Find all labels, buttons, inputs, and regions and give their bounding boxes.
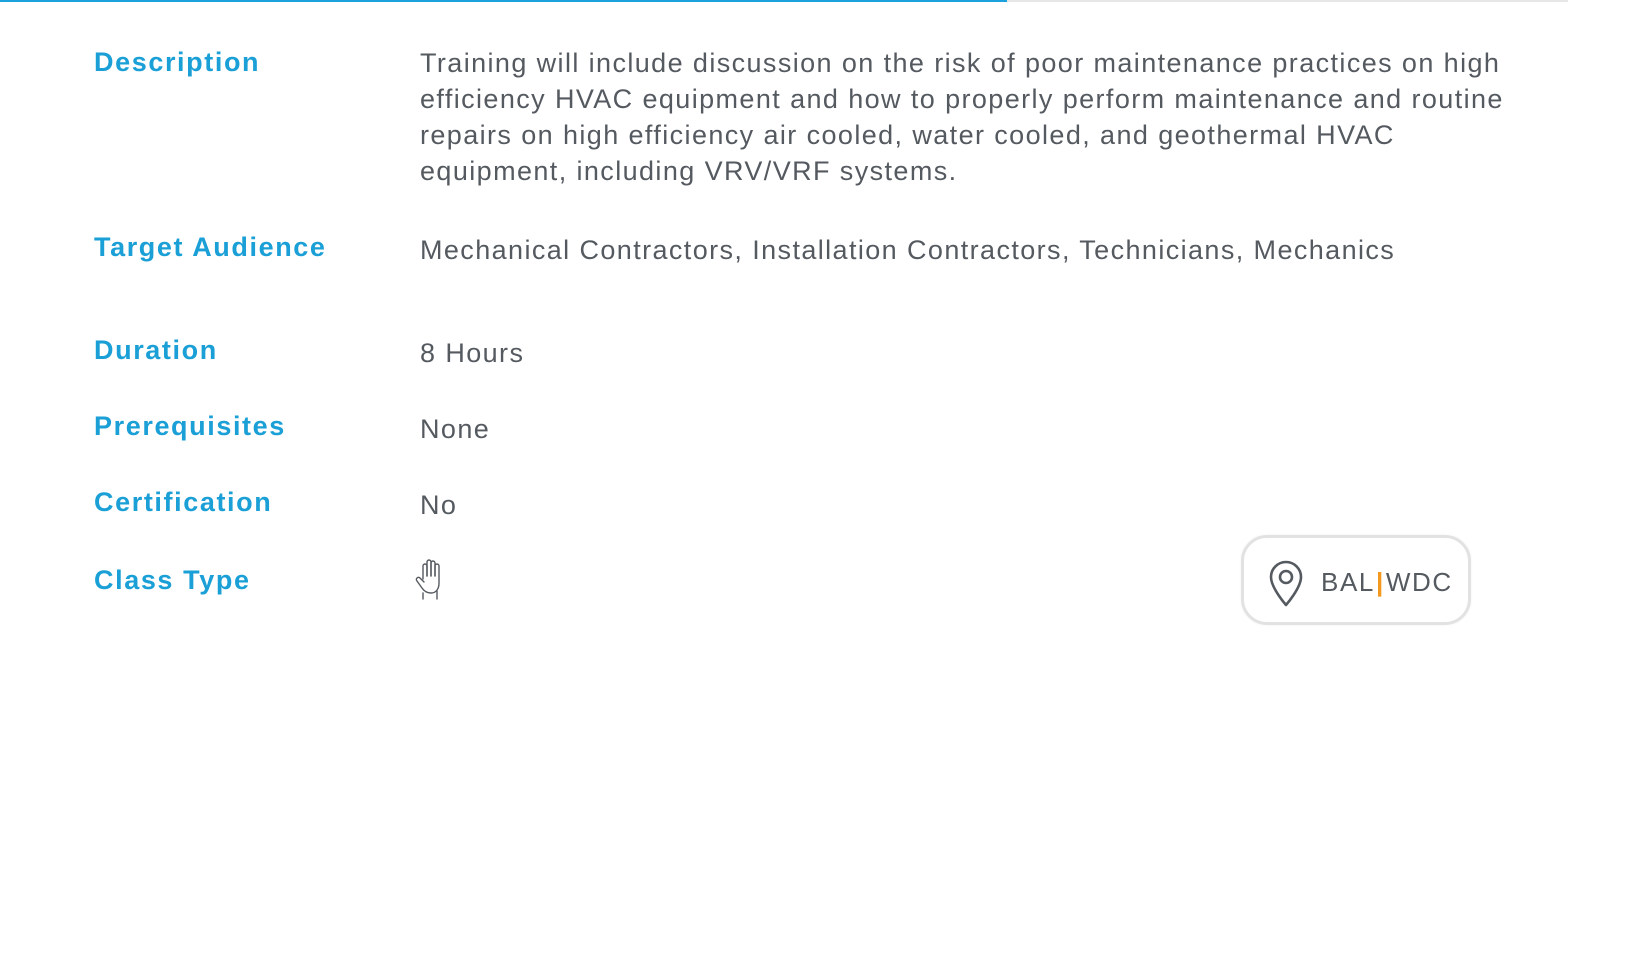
location-badge: BAL|WDC: [1241, 535, 1471, 625]
prerequisites-value: None: [420, 414, 491, 444]
description-label: Description: [94, 47, 261, 77]
progress-fill: [0, 0, 1007, 2]
target-audience-value: Mechanical Contractors, Installation Con…: [420, 235, 1396, 265]
hand-icon: [415, 559, 440, 600]
target-audience-label: Target Audience: [94, 232, 327, 262]
location-separator: |: [1375, 567, 1385, 597]
location-primary: BAL: [1321, 567, 1375, 597]
certification-label: Certification: [94, 487, 273, 517]
description-value: Training will include discussion on the …: [420, 48, 1504, 186]
certification-value: No: [420, 490, 458, 520]
class-type-label: Class Type: [94, 565, 251, 595]
duration-label: Duration: [94, 335, 218, 365]
prerequisites-label: Prerequisites: [94, 411, 286, 441]
duration-value: 8 Hours: [420, 338, 525, 368]
location-secondary: WDC: [1385, 567, 1453, 597]
map-pin-icon: [1269, 560, 1303, 607]
progress-track: [0, 0, 1568, 2]
location-text: BAL|WDC: [1321, 567, 1453, 598]
